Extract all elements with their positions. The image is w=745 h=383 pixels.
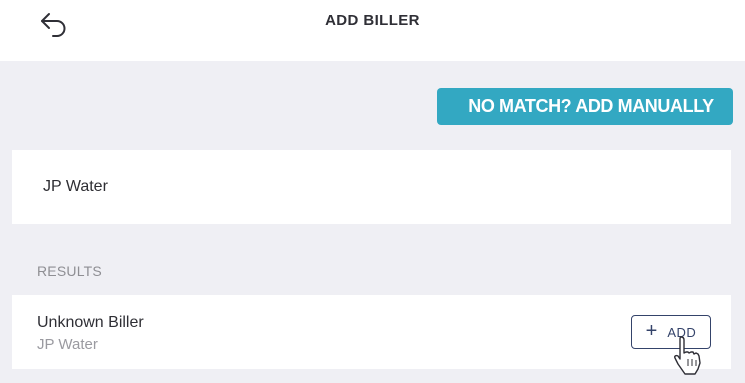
plus-icon: +	[645, 320, 658, 342]
result-item: Unknown Biller JP Water + ADD	[12, 295, 731, 369]
add-manually-button[interactable]: NO MATCH? ADD MANUALLY	[437, 88, 733, 125]
pointer-cursor-icon	[674, 336, 701, 375]
result-biller-subtitle: JP Water	[37, 336, 98, 353]
result-biller-name: Unknown Biller	[37, 314, 144, 331]
results-heading: RESULTS	[37, 263, 102, 279]
add-biller-screen: ADD BILLER NO MATCH? ADD MANUALLY RESULT…	[0, 0, 745, 383]
search-card	[12, 150, 731, 224]
page-title: ADD BILLER	[325, 12, 420, 29]
biller-search-input[interactable]	[12, 150, 731, 224]
top-bar: ADD BILLER	[0, 0, 745, 61]
